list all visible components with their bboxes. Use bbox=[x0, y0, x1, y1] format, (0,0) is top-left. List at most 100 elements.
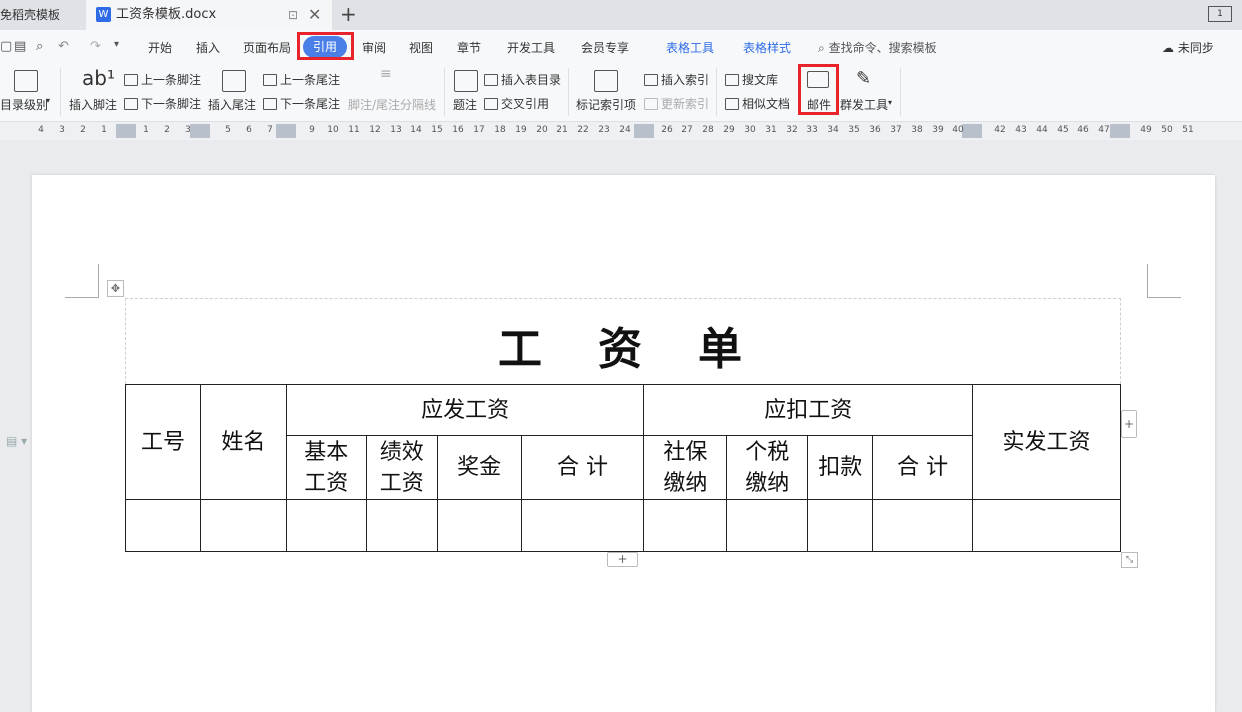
prev-endnote-button[interactable]: 上一条尾注 bbox=[263, 71, 340, 88]
header-net-pay[interactable]: 实发工资 bbox=[972, 384, 1121, 500]
menu-table-style[interactable]: 表格样式 bbox=[743, 39, 791, 56]
insert-footnote-button[interactable]: 插入脚注 bbox=[69, 96, 117, 113]
horizontal-ruler[interactable]: 4 3 2 1 1 2 3 5 6 7 9 10 11 12 13 14 15 16 17 18 19 20 21 22 23 2… bbox=[0, 122, 1242, 140]
prev-footnote-button[interactable]: 上一条脚注 bbox=[124, 71, 201, 88]
header-deduction-total[interactable]: 合 计 bbox=[872, 435, 974, 500]
crop-mark-left bbox=[65, 264, 99, 298]
menu-table-tools[interactable]: 表格工具 bbox=[666, 39, 714, 56]
table-cell[interactable] bbox=[199, 499, 287, 552]
mark-index-icon[interactable] bbox=[594, 70, 618, 92]
ruler-number: 26 bbox=[661, 125, 673, 135]
insert-endnote-button[interactable]: 插入尾注 bbox=[208, 96, 256, 113]
window-switch-button[interactable]: 1 bbox=[1208, 6, 1232, 22]
search-library-button[interactable]: 搜文库 bbox=[725, 71, 778, 88]
next-footnote-button[interactable]: 下一条脚注 bbox=[124, 95, 201, 112]
insert-endnote-icon[interactable] bbox=[222, 70, 246, 92]
header-base-salary[interactable]: 基本 工资 bbox=[285, 435, 367, 500]
new-tab-button[interactable]: + bbox=[340, 0, 357, 28]
table-cell[interactable] bbox=[285, 499, 367, 552]
ruler-number: 51 bbox=[1182, 125, 1194, 135]
ruler-margin-marker[interactable] bbox=[190, 124, 210, 138]
salary-table[interactable]: 工号 姓名 应发工资 应扣工资 实发工资 基本 工资 绩效 工资 奖金 合 计 社保… bbox=[125, 384, 1121, 552]
mass-send-icon[interactable]: ✎ bbox=[856, 68, 871, 89]
menu-view[interactable]: 视图 bbox=[409, 39, 433, 56]
header-bonus[interactable]: 奖金 bbox=[436, 435, 522, 500]
undo-icon[interactable]: ↶ bbox=[58, 39, 69, 54]
similar-docs-button[interactable]: 相似文档 bbox=[725, 95, 790, 112]
command-search[interactable]: ⌕ 查找命令、搜索模板 bbox=[818, 39, 937, 56]
prev-footnote-icon bbox=[124, 74, 138, 86]
header-income-tax[interactable]: 个税 缴纳 bbox=[726, 435, 809, 500]
ribbon-separator bbox=[900, 68, 901, 116]
table-cell[interactable] bbox=[125, 499, 201, 552]
menu-developer[interactable]: 开发工具 bbox=[507, 39, 555, 56]
ruler-number: 7 bbox=[267, 125, 273, 135]
ruler-number: 10 bbox=[327, 125, 339, 135]
redo-icon[interactable]: ↷ bbox=[90, 39, 101, 54]
table-move-handle[interactable]: ✥ bbox=[107, 280, 124, 297]
insert-figures-table-button[interactable]: 插入表目录 bbox=[484, 71, 561, 88]
ruler-margin-marker[interactable] bbox=[1110, 124, 1130, 138]
table-cell[interactable] bbox=[436, 499, 522, 552]
document-nav-icon[interactable]: ▤ ▾ bbox=[6, 434, 27, 448]
caption-button[interactable]: 题注 bbox=[453, 96, 477, 113]
ruler-number: 11 bbox=[348, 125, 360, 135]
header-employee-id[interactable]: 工号 bbox=[125, 384, 201, 500]
table-cell[interactable] bbox=[872, 499, 974, 552]
print-preview-icon[interactable]: ⌕ bbox=[36, 39, 43, 54]
menu-member[interactable]: 会员专享 bbox=[581, 39, 629, 56]
table-cell[interactable] bbox=[365, 499, 438, 552]
header-deduction[interactable]: 扣款 bbox=[807, 435, 874, 500]
print-icon[interactable]: ▤ bbox=[14, 39, 26, 54]
insert-index-button[interactable]: 插入索引 bbox=[644, 71, 709, 88]
menu-page-layout[interactable]: 页面布局 bbox=[243, 39, 291, 56]
ruler-number: 2 bbox=[164, 125, 170, 135]
mass-tools-dropdown-icon[interactable]: ▾ bbox=[888, 98, 892, 107]
sync-status[interactable]: ☁ 未同步 bbox=[1162, 39, 1214, 56]
menu-home[interactable]: 开始 bbox=[148, 39, 172, 56]
header-social-security[interactable]: 社保 缴纳 bbox=[643, 435, 728, 500]
add-row-button[interactable]: + bbox=[607, 552, 638, 567]
header-name[interactable]: 姓名 bbox=[199, 384, 287, 500]
table-cell[interactable] bbox=[643, 499, 728, 552]
header-gross-pay[interactable]: 应发工资 bbox=[285, 384, 645, 436]
pin-icon[interactable]: ⊡ bbox=[288, 0, 298, 30]
menu-review[interactable]: 审阅 bbox=[362, 39, 386, 56]
caption-icon[interactable] bbox=[454, 70, 478, 92]
toc-dropdown-icon[interactable]: ▾ bbox=[46, 96, 50, 105]
table-cell[interactable] bbox=[807, 499, 874, 552]
next-endnote-button[interactable]: 下一条尾注 bbox=[263, 95, 340, 112]
table-cell[interactable] bbox=[520, 499, 645, 552]
ruler-margin-marker[interactable] bbox=[276, 124, 296, 138]
ruler-margin-marker[interactable] bbox=[116, 124, 136, 138]
ruler-margin-marker[interactable] bbox=[962, 124, 982, 138]
toc-level-icon[interactable] bbox=[14, 70, 38, 92]
insert-footnote-icon[interactable]: ab¹ bbox=[82, 66, 115, 90]
menu-insert[interactable]: 插入 bbox=[196, 39, 220, 56]
add-column-button[interactable]: + bbox=[1121, 410, 1137, 438]
tab-templates[interactable]: 免稻壳模板 bbox=[0, 0, 86, 30]
header-performance-pay[interactable]: 绩效 工资 bbox=[365, 435, 438, 500]
tab-document[interactable]: W 工资条模板.docx ⊡ ✕ bbox=[86, 0, 332, 30]
cross-reference-icon bbox=[484, 98, 498, 110]
footnote-separator-button[interactable]: 脚注/尾注分隔线 bbox=[348, 96, 436, 113]
save-icon[interactable]: ▢ bbox=[0, 39, 12, 54]
close-tab-icon[interactable]: ✕ bbox=[308, 0, 321, 30]
table-resize-handle[interactable]: ⤡ bbox=[1121, 552, 1138, 568]
title-area[interactable]: 工 资 单 bbox=[125, 298, 1121, 384]
mark-index-button[interactable]: 标记索引项 bbox=[576, 96, 636, 113]
table-cell[interactable] bbox=[972, 499, 1121, 552]
toc-level-button[interactable]: 目录级别 bbox=[0, 96, 48, 113]
table-cell[interactable] bbox=[726, 499, 809, 552]
ruler-number: 37 bbox=[890, 125, 902, 135]
menu-chapter[interactable]: 章节 bbox=[457, 39, 481, 56]
quick-access-dropdown-icon[interactable]: ▾ bbox=[114, 39, 119, 50]
update-index-button[interactable]: 更新索引 bbox=[644, 95, 709, 112]
cross-reference-button[interactable]: 交叉引用 bbox=[484, 95, 549, 112]
header-gross-total[interactable]: 合 计 bbox=[520, 435, 645, 500]
insert-index-icon bbox=[644, 74, 658, 86]
mass-tools-button[interactable]: 群发工具 bbox=[840, 96, 888, 113]
header-deductions[interactable]: 应扣工资 bbox=[643, 384, 974, 436]
ruler-number: 1 bbox=[101, 125, 107, 135]
ruler-margin-marker[interactable] bbox=[634, 124, 654, 138]
